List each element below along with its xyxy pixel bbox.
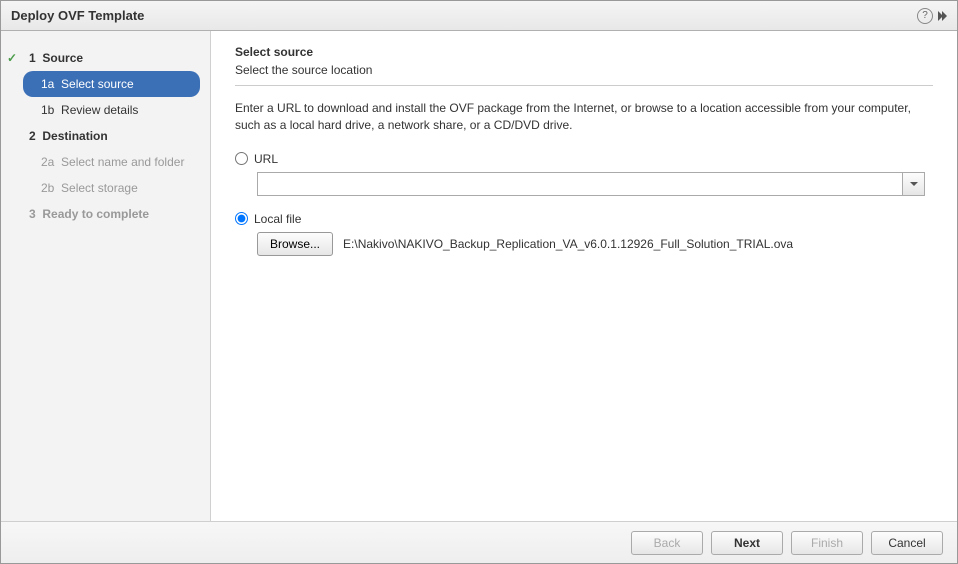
url-input[interactable] <box>257 172 903 196</box>
content-title: Select source <box>235 45 933 59</box>
sidebar-item-label: 2a Select name and folder <box>41 155 184 169</box>
deploy-ovf-window: Deploy OVF Template ? ✓ 1 Source 1a Sele… <box>0 0 958 564</box>
finish-button: Finish <box>791 531 863 555</box>
next-button[interactable]: Next <box>711 531 783 555</box>
collapse-icon[interactable] <box>939 11 947 21</box>
url-option-row: URL <box>235 152 933 166</box>
titlebar: Deploy OVF Template ? <box>1 1 957 31</box>
localfile-radio[interactable] <box>235 212 248 225</box>
sidebar-item-label: 1a Select source <box>41 77 134 91</box>
wizard-sidebar: ✓ 1 Source 1a Select source 1b Review de… <box>1 31 211 521</box>
help-icon[interactable]: ? <box>917 8 933 24</box>
sidebar-item-label: 1 Source <box>29 51 83 65</box>
url-dropdown-button[interactable] <box>903 172 925 196</box>
content-header: Select source Select the source location <box>235 45 933 86</box>
file-path-text: E:\Nakivo\NAKIVO_Backup_Replication_VA_v… <box>343 237 793 251</box>
sidebar-item-select-storage: 2b Select storage <box>1 175 210 201</box>
file-row: Browse... E:\Nakivo\NAKIVO_Backup_Replic… <box>257 232 933 256</box>
sidebar-item-label: 2b Select storage <box>41 181 138 195</box>
content-pane: Select source Select the source location… <box>211 31 957 521</box>
localfile-option-row: Local file <box>235 212 933 226</box>
back-button: Back <box>631 531 703 555</box>
body: ✓ 1 Source 1a Select source 1b Review de… <box>1 31 957 521</box>
sidebar-item-destination[interactable]: 2 Destination <box>1 123 210 149</box>
sidebar-item-label: 2 Destination <box>29 129 108 143</box>
sidebar-item-label: 3 Ready to complete <box>29 207 149 221</box>
check-icon: ✓ <box>7 51 17 65</box>
url-radio[interactable] <box>235 152 248 165</box>
sidebar-item-select-source[interactable]: 1a Select source <box>23 71 200 97</box>
sidebar-item-select-name-folder: 2a Select name and folder <box>1 149 210 175</box>
url-radio-label: URL <box>254 152 278 166</box>
content-subtitle: Select the source location <box>235 63 933 77</box>
sidebar-item-ready-complete: 3 Ready to complete <box>1 201 210 227</box>
content-description: Enter a URL to download and install the … <box>235 100 933 134</box>
window-title: Deploy OVF Template <box>11 8 144 23</box>
sidebar-item-review-details[interactable]: 1b Review details <box>1 97 210 123</box>
url-combobox <box>257 172 925 196</box>
cancel-button[interactable]: Cancel <box>871 531 943 555</box>
chevron-down-icon <box>910 182 918 186</box>
localfile-radio-label: Local file <box>254 212 301 226</box>
footer: Back Next Finish Cancel <box>1 521 957 563</box>
titlebar-controls: ? <box>917 8 947 24</box>
browse-button[interactable]: Browse... <box>257 232 333 256</box>
sidebar-item-source[interactable]: ✓ 1 Source <box>1 45 210 71</box>
sidebar-item-label: 1b Review details <box>41 103 138 117</box>
